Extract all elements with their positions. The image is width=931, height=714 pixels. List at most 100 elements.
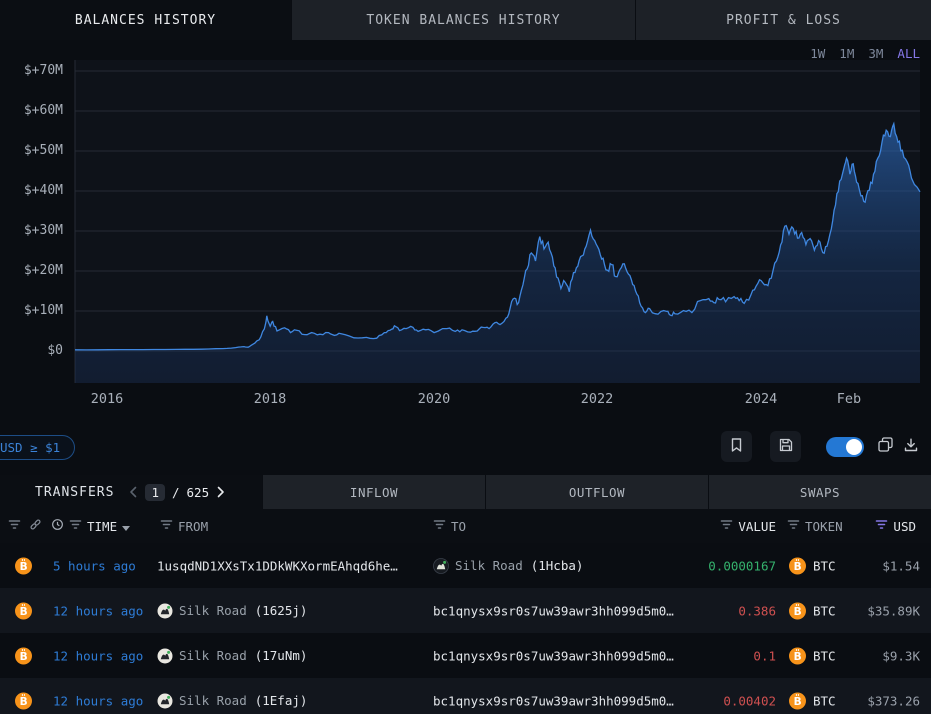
address-text: 1usqdND1XXsTx1DDkWKXormEAhqd6he… [157,558,398,573]
usd-amount: $9.3K [882,648,920,663]
tab-profit-loss[interactable]: PROFIT & LOSS [635,0,931,40]
to-cell[interactable]: bc1qnysx9sr0s7uw39awr3hh099d5m0… [433,648,674,663]
value-amount: 0.00402 [723,693,776,708]
copy-button[interactable] [875,434,896,459]
entity-name: Silk Road [179,648,247,663]
usd-amount: $35.89K [867,603,920,618]
from-cell[interactable]: Silk Road (1625j) [157,603,307,619]
x-axis-tick: 2016 [91,391,124,407]
balances-area-chart[interactable] [0,40,931,420]
download-icon [903,437,919,457]
filter-icon [160,518,173,534]
prev-page-button[interactable] [129,486,138,498]
from-cell[interactable]: 1usqdND1XXsTx1DDkWKXormEAhqd6he… [157,558,398,573]
tx-time-link[interactable]: 12 hours ago [53,603,143,618]
balances-chart-section: 1W1M3MALL $+70M$+60M$+50M$+40M$+30M$+20M… [0,40,931,420]
table-row[interactable]: B 12 hours ago Silk Road (1625j) bc1qnysx9sr… [0,588,931,633]
svg-text:B: B [794,650,802,662]
x-axis-tick: 2022 [581,391,614,407]
filter-icon [433,518,446,534]
transfers-title: TRANSFERS [35,485,114,500]
tx-link-column-button[interactable] [29,518,42,534]
current-page: 1 [145,484,165,501]
btc-token-icon: B [789,692,806,709]
chart-toggle-switch[interactable] [826,437,864,457]
save-icon [778,437,794,457]
entity-name: Silk Road [455,558,523,573]
entity-name: Silk Road [179,603,247,618]
filter-icon [8,518,21,534]
token-cell: B BTC [789,602,836,619]
bookmark-icon [729,437,744,457]
value-header-label: VALUE [738,519,776,534]
global-filter-button[interactable] [8,518,21,534]
to-cell[interactable]: Silk Road(1Hcba) [433,558,583,574]
bookmark-button[interactable] [721,431,752,462]
column-header-to[interactable]: TO [433,518,466,534]
value-amount: 0.386 [738,603,776,618]
column-header-value[interactable]: VALUE [720,518,776,534]
range-button-all[interactable]: ALL [897,46,920,61]
usd-amount: $1.54 [882,558,920,573]
svg-text:B: B [794,605,802,617]
column-header-time[interactable]: TIME [51,518,130,534]
token-cell: B BTC [789,557,836,574]
range-button-1m[interactable]: 1M [839,46,854,61]
tab-transfers[interactable]: TRANSFERS 1 / 625 [0,475,262,509]
range-button-1w[interactable]: 1W [810,46,825,61]
tab-token-balances-history[interactable]: TOKEN BALANCES HISTORY [291,0,635,40]
page-separator: / [172,485,180,500]
table-row[interactable]: B 5 hours ago 1usqdND1XXsTx1DDkWKXormEAhqd… [0,543,931,588]
controls-cluster [721,431,921,462]
tab-swaps[interactable]: SWAPS [708,475,931,509]
table-row[interactable]: B 12 hours ago Silk Road(1Efaj) bc1qnysx9sr… [0,678,931,714]
column-header-usd[interactable]: USD [875,518,916,534]
download-button[interactable] [901,435,921,459]
from-cell[interactable]: Silk Road(1Efaj) [157,693,307,709]
y-axis-tick: $+50M [0,143,63,158]
usd-filter-chip[interactable]: USD ≥ $1 [0,435,75,460]
tx-time-link[interactable]: 5 hours ago [53,558,136,573]
app-window: BALANCES HISTORYTOKEN BALANCES HISTORYPR… [0,0,931,714]
tab-balances-history[interactable]: BALANCES HISTORY [0,0,291,40]
table-row[interactable]: B 12 hours ago Silk Road(17uNm) bc1qnysx9sr… [0,633,931,678]
token-symbol: BTC [813,558,836,573]
next-page-button[interactable] [216,486,225,498]
y-axis-tick: $+30M [0,223,63,238]
x-axis-tick: 2018 [254,391,287,407]
to-cell[interactable]: bc1qnysx9sr0s7uw39awr3hh099d5m0… [433,603,674,618]
tab-outflow[interactable]: OUTFLOW [485,475,708,509]
y-axis-tick: $0 [0,343,63,358]
copy-icon [877,436,894,457]
filter-icon-active [875,518,888,534]
svg-text:B: B [20,695,28,707]
token-symbol: BTC [813,603,836,618]
token-symbol: BTC [813,693,836,708]
value-amount: 0.1 [753,648,776,663]
save-button[interactable] [770,431,801,462]
btc-token-icon: B [789,557,806,574]
address-text: bc1qnysx9sr0s7uw39awr3hh099d5m0… [433,648,674,663]
chain-btc-icon: B [15,692,32,709]
silk-road-icon [157,648,173,664]
to-cell[interactable]: bc1qnysx9sr0s7uw39awr3hh099d5m0… [433,693,674,708]
entity-name: Silk Road [179,693,247,708]
token-cell: B BTC [789,692,836,709]
column-header-token[interactable]: TOKEN [787,518,843,534]
entity-tag: (1625j) [255,603,308,618]
y-axis-tick: $+40M [0,183,63,198]
tx-time-link[interactable]: 12 hours ago [53,693,143,708]
tx-time-link[interactable]: 12 hours ago [53,648,143,663]
token-symbol: BTC [813,648,836,663]
address-text: bc1qnysx9sr0s7uw39awr3hh099d5m0… [433,603,674,618]
transfers-table-body: B 5 hours ago 1usqdND1XXsTx1DDkWKXormEAhqd… [0,543,931,714]
toggle-knob [846,439,862,455]
svg-text:B: B [20,560,28,572]
chevron-down-icon [122,519,130,534]
filter-icon [787,518,800,534]
column-header-from[interactable]: FROM [160,518,208,534]
from-cell[interactable]: Silk Road(17uNm) [157,648,307,664]
range-button-3m[interactable]: 3M [868,46,883,61]
x-axis-tick: Feb [837,391,861,407]
tab-inflow[interactable]: INFLOW [262,475,485,509]
